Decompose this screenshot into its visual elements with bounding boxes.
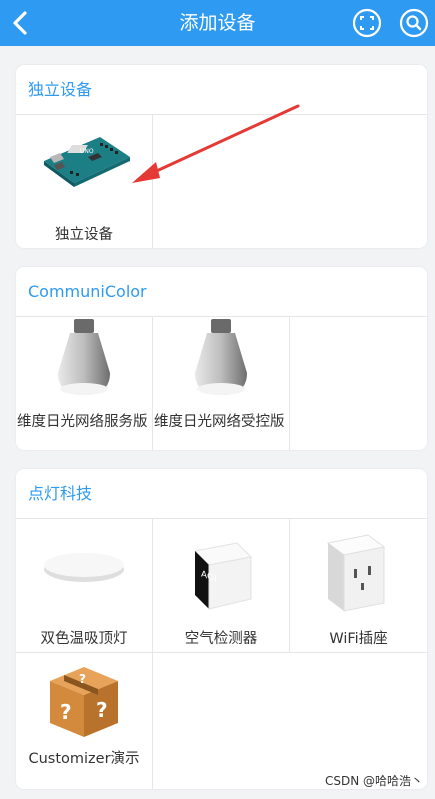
device-label: 独立设备 xyxy=(55,227,113,243)
device-tile-ceiling-lamp[interactable]: 双色温吸顶灯 xyxy=(16,519,153,653)
wifi-socket-icon xyxy=(326,534,386,612)
top-bar: 添加设备 xyxy=(0,0,435,46)
device-tile-standalone[interactable]: UNO 独立设备 xyxy=(16,115,153,248)
device-tile-controlled[interactable]: 维度日光网络受控版 xyxy=(153,317,290,450)
device-label: WiFi插座 xyxy=(329,631,388,647)
svg-text:?: ? xyxy=(96,698,108,722)
svg-text:UNO: UNO xyxy=(80,148,94,155)
svg-text:?: ? xyxy=(60,700,72,724)
mystery-box-icon: ? ? ? xyxy=(50,667,118,737)
empty-tile xyxy=(290,317,427,450)
device-tile-wifi-socket[interactable]: WiFi插座 xyxy=(290,519,427,653)
device-tile-customizer[interactable]: ? ? ? Customizer演示 xyxy=(16,653,153,789)
device-tile-air-monitor[interactable]: AQI 空气检测器 xyxy=(153,519,290,653)
device-tile-server[interactable]: 维度日光网络服务版 xyxy=(16,317,153,450)
section-title: 点灯科技 xyxy=(16,469,427,519)
section-title: CommuniColor xyxy=(16,267,427,317)
section-standalone: 独立设备 UNO 独立设备 xyxy=(16,65,427,248)
ceiling-lamp-icon xyxy=(44,553,124,582)
light-bulb-icon xyxy=(58,319,110,395)
scan-icon[interactable] xyxy=(352,8,382,38)
aqi-monitor-icon: AQI xyxy=(193,542,253,610)
arduino-board-icon: UNO xyxy=(44,137,130,187)
device-label: 空气检测器 xyxy=(184,631,258,647)
search-icon[interactable] xyxy=(399,8,429,38)
svg-text:?: ? xyxy=(79,672,86,686)
section-blinker: 点灯科技 双色温吸顶灯 AQI 空气检测器 WiFi插座 ? ? ? Custo… xyxy=(16,469,427,789)
device-label: 维度日光网络服务版 xyxy=(17,414,148,430)
watermark: CSDN @哈哈浩丶 xyxy=(324,774,423,788)
device-label: 双色温吸顶灯 xyxy=(40,631,128,647)
device-label: 维度日光网络受控版 xyxy=(154,414,285,430)
device-label: Customizer演示 xyxy=(28,751,140,767)
section-title: 独立设备 xyxy=(16,65,427,115)
section-communicolor: CommuniColor 维度日光网络服务版 维度日光网络受控版 xyxy=(16,267,427,450)
light-bulb-icon xyxy=(195,319,247,395)
